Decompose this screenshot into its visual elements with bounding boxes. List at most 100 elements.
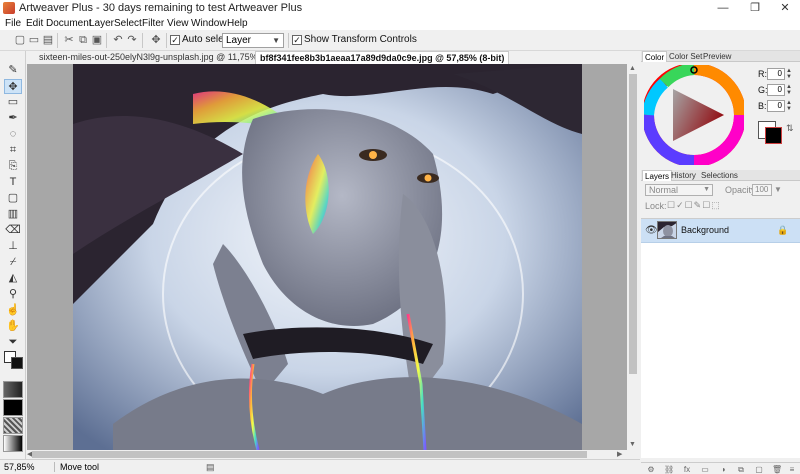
- link-layers-icon[interactable]: ⛓: [664, 465, 674, 474]
- minimize-icon[interactable]: —: [708, 0, 738, 17]
- cut-icon[interactable]: ✂: [62, 33, 76, 47]
- menu-bar: File Edit Document Layer Select Filter V…: [0, 17, 800, 30]
- menu-help[interactable]: Help: [227, 17, 248, 30]
- layer-thumbnail-image: [658, 222, 676, 238]
- menu-document[interactable]: Document: [46, 17, 92, 30]
- new-group-icon[interactable]: ▭: [700, 465, 710, 474]
- menu-window[interactable]: Window: [191, 17, 227, 30]
- canvas-area[interactable]: [27, 64, 627, 450]
- scroll-up-icon[interactable]: ▲: [629, 64, 636, 73]
- paste-icon[interactable]: ▣: [90, 33, 104, 47]
- menu-view[interactable]: View: [167, 17, 189, 30]
- brush-color-icon[interactable]: [3, 399, 23, 416]
- artwork-image[interactable]: [73, 64, 582, 450]
- document-info-icon[interactable]: ▤: [206, 462, 215, 473]
- open-icon[interactable]: ▭: [27, 33, 41, 47]
- menu-edit[interactable]: Edit: [26, 17, 43, 30]
- tab-history[interactable]: History: [669, 170, 698, 181]
- vertical-scroll-thumb[interactable]: [629, 74, 637, 374]
- menu-select[interactable]: Select: [114, 17, 142, 30]
- r-spinner-icon[interactable]: ▲ ▼: [786, 68, 792, 80]
- layer-row[interactable]: 👁 Background 🔒: [641, 219, 800, 243]
- horizontal-scrollbar[interactable]: ◀ ▶: [27, 450, 627, 459]
- b-input[interactable]: 0: [767, 100, 785, 112]
- maximize-icon[interactable]: ❐: [740, 0, 770, 17]
- move-tool-icon[interactable]: ✥: [4, 79, 22, 94]
- rectangle-select-icon[interactable]: ▭: [4, 95, 22, 110]
- r-input[interactable]: 0: [767, 68, 785, 80]
- scroll-down-icon[interactable]: ▼: [629, 440, 636, 449]
- texture-icon[interactable]: [3, 417, 23, 434]
- eyedropper-icon[interactable]: ⌿: [4, 255, 22, 270]
- lasso-icon[interactable]: ◌: [4, 127, 22, 142]
- vertical-scrollbar[interactable]: ▲ ▼: [627, 64, 639, 450]
- tab-document-2[interactable]: bf8f341fee8b3b1aeaa17a89d9da0c9e.jpg @ 5…: [255, 51, 510, 64]
- blend-mode-select[interactable]: Normal ▼: [645, 184, 713, 196]
- b-label: B:: [758, 101, 767, 111]
- layer-options-icon[interactable]: ⚙: [646, 465, 656, 474]
- gradient-icon[interactable]: ▥: [4, 207, 22, 222]
- scroll-right-icon[interactable]: ▶: [617, 450, 622, 459]
- eraser-icon[interactable]: ⌫: [4, 223, 22, 238]
- menu-file[interactable]: File: [5, 17, 21, 30]
- layer-thumbnail: [657, 221, 677, 239]
- opacity-input[interactable]: 100: [752, 184, 772, 196]
- toolbar-divider: [106, 33, 107, 48]
- brush-preset-icon[interactable]: [3, 381, 23, 398]
- blur-icon[interactable]: ⏷: [4, 335, 22, 350]
- hand-tool-icon[interactable]: ✋: [4, 319, 22, 334]
- fill-bucket-icon[interactable]: ◭: [4, 271, 22, 286]
- close-icon[interactable]: ✕: [770, 0, 800, 17]
- lock-label: Lock:: [645, 201, 667, 211]
- brush-tool-icon[interactable]: ✎: [4, 63, 22, 78]
- new-document-icon[interactable]: ▢: [13, 33, 27, 47]
- layers-menu-icon[interactable]: ≡: [787, 465, 797, 474]
- pen-tool-icon[interactable]: ✒: [4, 111, 22, 126]
- smudge-icon[interactable]: ☝: [4, 303, 22, 318]
- clone-icon[interactable]: ⎘: [4, 159, 22, 174]
- auto-select-checkbox[interactable]: ✓: [170, 35, 180, 45]
- g-spinner-icon[interactable]: ▲ ▼: [786, 84, 792, 96]
- save-icon[interactable]: ▤: [41, 33, 55, 47]
- eye-icon[interactable]: 👁: [645, 225, 658, 236]
- g-input[interactable]: 0: [767, 84, 785, 96]
- lock-options-icon[interactable]: ☐✓☐✎☐⬚: [667, 200, 721, 211]
- shape-tool-icon[interactable]: ▢: [4, 191, 22, 206]
- gradient-preset-icon[interactable]: [3, 435, 23, 452]
- status-zoom: 57,85%: [4, 462, 35, 472]
- layer-effects-icon[interactable]: fx: [682, 465, 692, 474]
- new-layer-icon[interactable]: ▢: [754, 465, 764, 474]
- color-wheel[interactable]: [644, 65, 744, 165]
- foreground-color-preview[interactable]: [765, 127, 782, 144]
- window-title: Artweaver Plus - 30 days remaining to te…: [19, 2, 303, 14]
- toolbar-divider: [166, 33, 167, 48]
- tab-preview[interactable]: Preview: [701, 51, 733, 62]
- horizontal-scroll-thumb[interactable]: [32, 451, 587, 458]
- auto-select-dropdown[interactable]: Layer ▼: [222, 33, 284, 48]
- tab-selections[interactable]: Selections: [699, 170, 740, 181]
- background-color-swatch[interactable]: [11, 357, 23, 369]
- opacity-dropdown-icon[interactable]: ▼: [774, 185, 782, 194]
- transform-controls-checkbox[interactable]: ✓: [292, 35, 302, 45]
- transform-controls-label: Show Transform Controls: [304, 34, 417, 45]
- toolbar-divider: [57, 33, 58, 48]
- b-spinner-icon[interactable]: ▲ ▼: [786, 100, 792, 112]
- undo-icon[interactable]: ↶: [111, 33, 125, 47]
- reset-colors-icon[interactable]: ⇅: [786, 123, 794, 134]
- text-tool-icon[interactable]: T: [4, 175, 22, 190]
- crop-icon[interactable]: ⌗: [4, 143, 22, 158]
- redo-icon[interactable]: ↷: [125, 33, 139, 47]
- delete-layer-icon[interactable]: 🗑: [772, 465, 782, 474]
- menu-filter[interactable]: Filter: [142, 17, 164, 30]
- title-bar: Artweaver Plus - 30 days remaining to te…: [0, 0, 800, 17]
- copy-icon[interactable]: ⧉: [76, 33, 90, 47]
- tab-color[interactable]: Color: [642, 51, 668, 62]
- tab-layers[interactable]: Layers: [642, 170, 673, 181]
- tab-color-set[interactable]: Color Set: [667, 51, 704, 62]
- zoom-icon[interactable]: ⚲: [4, 287, 22, 302]
- layer-mask-icon[interactable]: ◑: [718, 465, 728, 474]
- document-tabs: sixteen-miles-out-250elyN3l9g-unsplash.j…: [27, 51, 639, 64]
- duplicate-layer-icon[interactable]: ⧉: [736, 465, 746, 474]
- stamp-icon[interactable]: ⊥: [4, 239, 22, 254]
- menu-layer[interactable]: Layer: [89, 17, 114, 30]
